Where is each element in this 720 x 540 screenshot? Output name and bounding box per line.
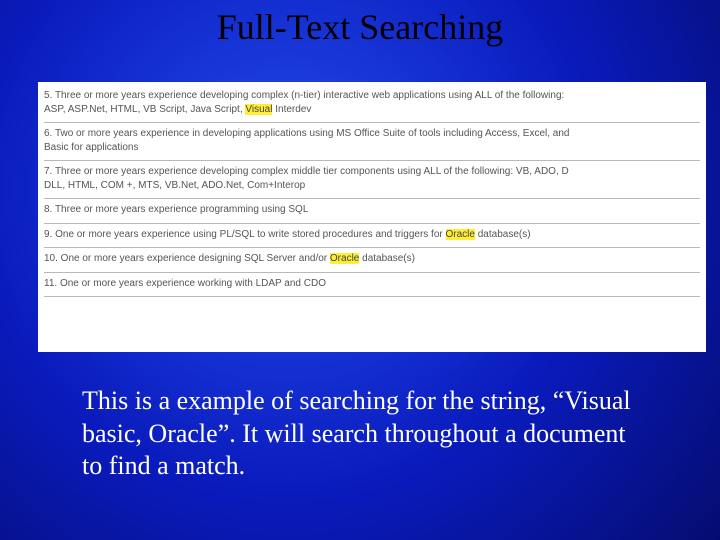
result-text: 10. One or more years experience designi… xyxy=(44,253,330,264)
result-text: 9. One or more years experience using PL… xyxy=(44,229,446,240)
result-text: 8. Three or more years experience progra… xyxy=(44,204,308,215)
highlight: Oracle xyxy=(330,253,359,264)
result-text: database(s) xyxy=(475,229,531,240)
result-text: Interdev xyxy=(272,104,311,115)
result-text: database(s) xyxy=(359,253,415,264)
result-text: 5. Three or more years experience develo… xyxy=(44,90,564,101)
result-text: 7. Three or more years experience develo… xyxy=(44,166,569,177)
result-text: ASP, ASP.Net, HTML, VB Script, Java Scri… xyxy=(44,104,245,115)
results-panel: 5. Three or more years experience develo… xyxy=(38,82,706,352)
result-text: Basic for applications xyxy=(44,142,139,153)
result-text: DLL, HTML, COM +, MTS, VB.Net, ADO.Net, … xyxy=(44,180,305,191)
highlight: Visual xyxy=(245,104,272,115)
result-item: 6. Two or more years experience in devel… xyxy=(44,123,700,161)
result-item: 11. One or more years experience working… xyxy=(44,273,700,298)
result-item: 7. Three or more years experience develo… xyxy=(44,161,700,199)
result-item: 8. Three or more years experience progra… xyxy=(44,199,700,224)
result-text: 6. Two or more years experience in devel… xyxy=(44,128,569,139)
result-text: 11. One or more years experience working… xyxy=(44,278,326,289)
page-title: Full-Text Searching xyxy=(0,6,720,48)
result-item: 5. Three or more years experience develo… xyxy=(44,85,700,123)
caption-text: This is a example of searching for the s… xyxy=(82,385,637,483)
slide: Full-Text Searching 5. Three or more yea… xyxy=(0,0,720,540)
result-item: 10. One or more years experience designi… xyxy=(44,248,700,273)
highlight: Oracle xyxy=(446,229,475,240)
result-item: 9. One or more years experience using PL… xyxy=(44,224,700,249)
